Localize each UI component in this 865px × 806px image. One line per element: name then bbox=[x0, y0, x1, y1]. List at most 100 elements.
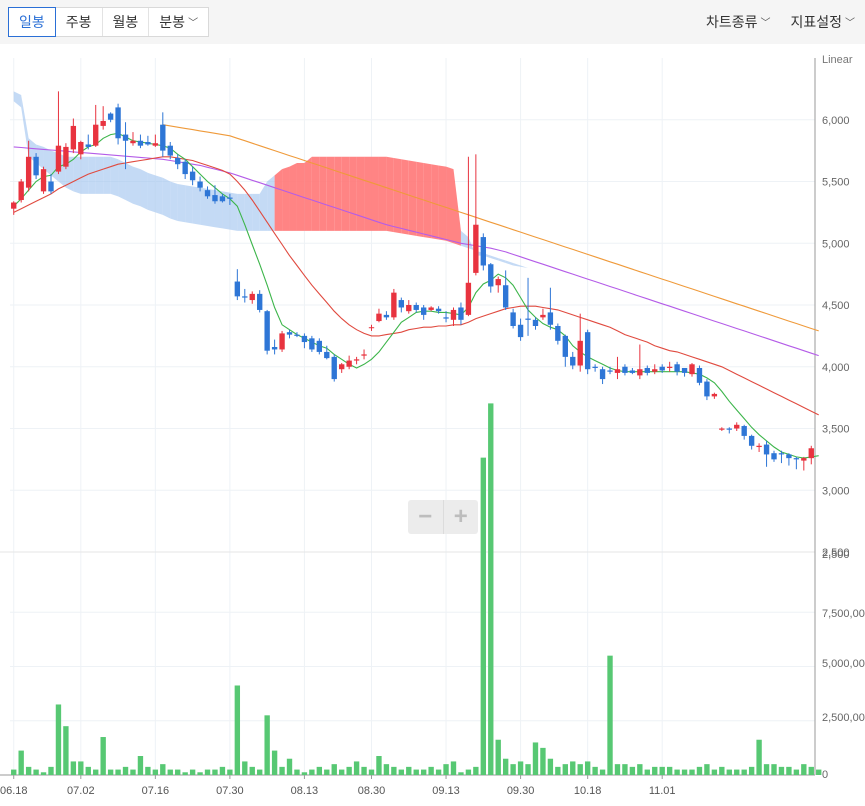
candle-body[interactable] bbox=[204, 190, 211, 197]
candle-body[interactable] bbox=[607, 370, 613, 372]
candle-body[interactable] bbox=[666, 366, 673, 368]
volume-bar[interactable] bbox=[480, 457, 486, 775]
candle-body[interactable] bbox=[78, 141, 84, 155]
candle-body[interactable] bbox=[331, 356, 337, 380]
candle-body[interactable] bbox=[391, 292, 397, 318]
candle-body[interactable] bbox=[264, 311, 270, 351]
candle-body[interactable] bbox=[637, 369, 643, 376]
candle-body[interactable] bbox=[763, 444, 770, 455]
candle-body[interactable] bbox=[420, 307, 427, 315]
tab-monthly[interactable]: 월봉 bbox=[103, 8, 150, 36]
candle-body[interactable] bbox=[48, 181, 54, 192]
candle-body[interactable] bbox=[555, 325, 561, 341]
volume-bar[interactable] bbox=[711, 769, 718, 775]
volume-bar[interactable] bbox=[465, 769, 472, 775]
candle-body[interactable] bbox=[130, 140, 136, 144]
volume-bar[interactable] bbox=[249, 766, 255, 775]
volume-bar[interactable] bbox=[674, 769, 680, 775]
volume-bar[interactable] bbox=[420, 769, 427, 775]
price-volume-chart[interactable]: Linear 6,000 5,500 5,000 4,500 4,000 3,500 3,00… bbox=[0, 44, 865, 801]
candle-body[interactable] bbox=[115, 107, 121, 139]
candle-body[interactable] bbox=[517, 324, 524, 338]
candle-body[interactable] bbox=[786, 454, 792, 459]
volume-bar[interactable] bbox=[11, 769, 17, 775]
volume-bar[interactable] bbox=[584, 761, 591, 775]
candle-body[interactable] bbox=[227, 197, 233, 199]
candle-body[interactable] bbox=[495, 279, 501, 286]
candle-body[interactable] bbox=[532, 319, 539, 326]
candle-body[interactable] bbox=[271, 346, 278, 350]
volume-bar[interactable] bbox=[70, 761, 77, 775]
volume-bar[interactable] bbox=[510, 764, 516, 775]
candle-body[interactable] bbox=[70, 125, 77, 150]
volume-bar[interactable] bbox=[78, 761, 84, 775]
candle-body[interactable] bbox=[257, 293, 263, 310]
volume-bar[interactable] bbox=[756, 739, 762, 775]
candle-body[interactable] bbox=[704, 381, 710, 397]
candle-body[interactable] bbox=[689, 364, 695, 375]
tab-minute[interactable]: 분봉 ﹀ bbox=[149, 8, 208, 36]
volume-bar[interactable] bbox=[361, 766, 367, 775]
candle-body[interactable] bbox=[234, 281, 241, 297]
volume-bar[interactable] bbox=[652, 766, 658, 775]
volume-bar[interactable] bbox=[264, 715, 270, 775]
volume-bar[interactable] bbox=[33, 769, 39, 775]
candle-body[interactable] bbox=[726, 428, 732, 430]
volume-bar[interactable] bbox=[644, 769, 650, 775]
candle-body[interactable] bbox=[599, 369, 606, 380]
candle-body[interactable] bbox=[353, 359, 360, 361]
candle-body[interactable] bbox=[376, 313, 382, 322]
candle-body[interactable] bbox=[711, 393, 718, 397]
candle-body[interactable] bbox=[644, 367, 650, 373]
candle-body[interactable] bbox=[741, 426, 747, 436]
volume-bar[interactable] bbox=[734, 769, 740, 775]
volume-bar[interactable] bbox=[406, 766, 412, 775]
candle-body[interactable] bbox=[465, 282, 472, 315]
candle-body[interactable] bbox=[488, 264, 494, 287]
candle-body[interactable] bbox=[808, 448, 814, 459]
volume-bar[interactable] bbox=[25, 766, 32, 775]
volume-bar[interactable] bbox=[107, 769, 114, 775]
candle-body[interactable] bbox=[614, 369, 621, 373]
chart-type-menu[interactable]: 차트종류 ﹀ bbox=[696, 7, 781, 37]
candle-body[interactable] bbox=[584, 332, 591, 370]
volume-bar[interactable] bbox=[592, 766, 598, 775]
candle-body[interactable] bbox=[510, 312, 516, 326]
volume-bar[interactable] bbox=[85, 766, 91, 775]
volume-bar[interactable] bbox=[786, 766, 792, 775]
candle-body[interactable] bbox=[540, 314, 546, 318]
volume-bar[interactable] bbox=[55, 704, 62, 775]
volume-bar[interactable] bbox=[137, 756, 144, 775]
volume-bar[interactable] bbox=[376, 756, 382, 775]
candle-body[interactable] bbox=[346, 360, 352, 367]
volume-bar[interactable] bbox=[93, 769, 99, 775]
zoom-in-button[interactable]: + bbox=[444, 500, 479, 534]
volume-bar[interactable] bbox=[353, 761, 360, 775]
volume-bar[interactable] bbox=[704, 764, 710, 775]
volume-bar[interactable] bbox=[316, 766, 323, 775]
candle-body[interactable] bbox=[294, 334, 300, 336]
candle-body[interactable] bbox=[473, 224, 479, 273]
volume-bar[interactable] bbox=[40, 772, 47, 775]
volume-bar[interactable] bbox=[555, 766, 561, 775]
candle-body[interactable] bbox=[189, 171, 196, 181]
volume-bar[interactable] bbox=[368, 769, 375, 775]
volume-bar[interactable] bbox=[793, 769, 800, 775]
tab-daily[interactable]: 일봉 bbox=[8, 7, 56, 37]
volume-bar[interactable] bbox=[435, 769, 442, 775]
volume-bar[interactable] bbox=[622, 764, 628, 775]
volume-bar[interactable] bbox=[540, 747, 546, 775]
volume-bar[interactable] bbox=[48, 766, 54, 775]
candle-body[interactable] bbox=[801, 458, 807, 461]
candle-body[interactable] bbox=[40, 169, 47, 192]
candle-body[interactable] bbox=[406, 305, 412, 312]
volume-bar[interactable] bbox=[614, 764, 621, 775]
volume-bar[interactable] bbox=[398, 769, 405, 775]
volume-bar[interactable] bbox=[182, 772, 188, 775]
volume-bar[interactable] bbox=[324, 769, 330, 775]
volume-bar[interactable] bbox=[227, 769, 233, 775]
tab-weekly[interactable]: 주봉 bbox=[56, 8, 103, 36]
candle-body[interactable] bbox=[324, 351, 330, 359]
volume-bar[interactable] bbox=[450, 761, 457, 775]
candle-body[interactable] bbox=[368, 327, 375, 329]
